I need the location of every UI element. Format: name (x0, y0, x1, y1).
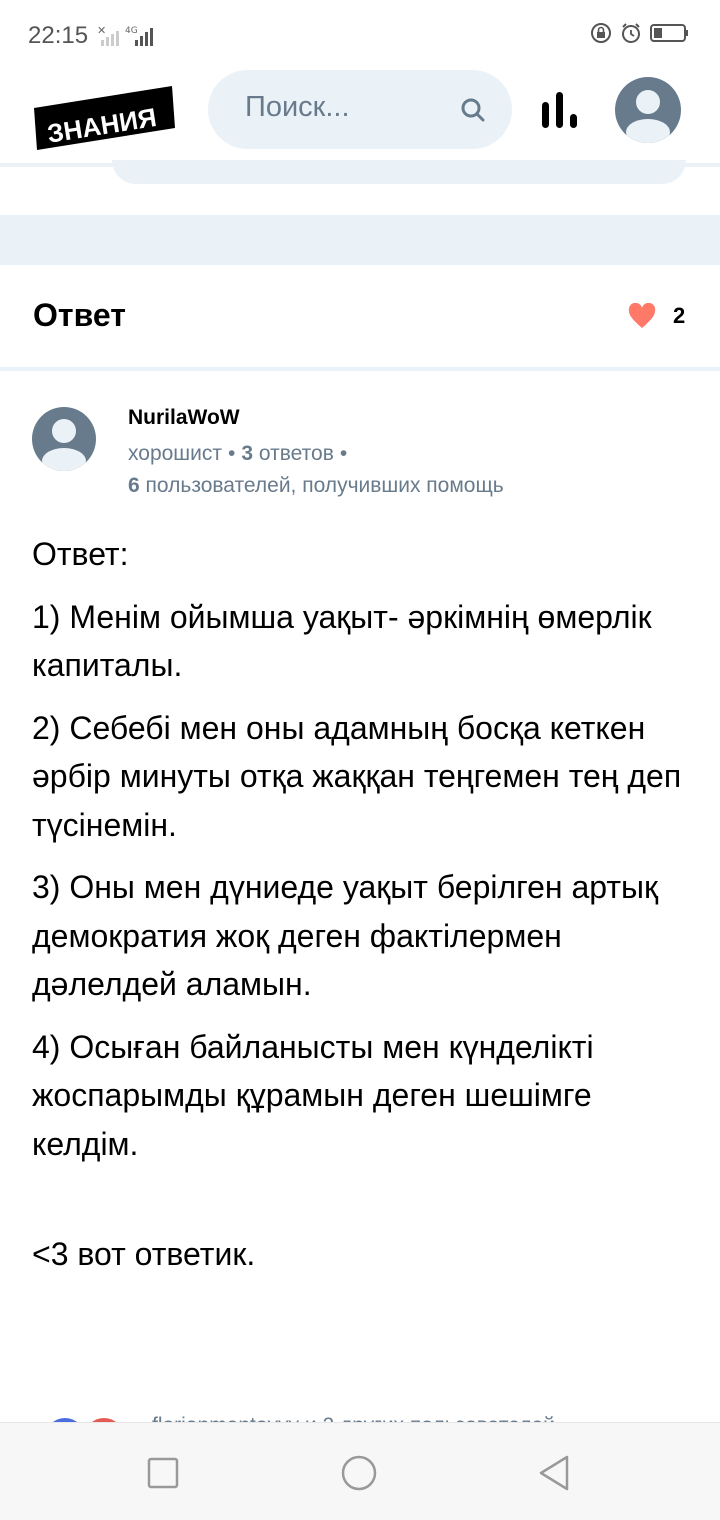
svg-text:4G: 4G (125, 26, 138, 36)
helped-count: 6 (128, 474, 140, 497)
author-stats: хорошист • 3 ответов • 6 пользователей, пол… (128, 442, 504, 497)
answer-paragraph: 4) Осыған байланысты мен күнделікті жосп… (32, 1028, 594, 1162)
battery-icon (650, 24, 688, 42)
answer-header: Ответ 2 (0, 265, 720, 367)
search-input[interactable]: Поиск... (245, 91, 350, 124)
author-rank: хорошист (128, 442, 222, 465)
back-icon[interactable] (535, 1453, 575, 1493)
recents-icon[interactable] (143, 1453, 183, 1493)
author-name[interactable]: NurilaWoW (128, 406, 240, 430)
answers-label: ответов (258, 442, 334, 465)
brainly-logo[interactable]: ЗНАНИЯ (32, 80, 177, 150)
answer-content: Ответ: 1) Менім ойымша уақыт- әркімнің ө… (32, 530, 692, 1293)
status-bar: 22:15 ✕ 4G (0, 0, 720, 70)
navigation-bar (0, 1422, 720, 1520)
svg-text:✕: ✕ (97, 24, 106, 37)
profile-avatar[interactable] (615, 77, 681, 143)
search-icon[interactable] (460, 97, 486, 128)
section-separator (0, 215, 720, 265)
answer-paragraph: 1) Менім ойымша уақыт- әркімнің өмерлік … (32, 598, 652, 684)
lock-rotation-icon (591, 23, 611, 43)
answer-closing: <3 вот ответик. (32, 1236, 256, 1272)
author-avatar[interactable] (32, 407, 96, 471)
search-bar[interactable]: Поиск... (208, 70, 512, 149)
header-divider (0, 163, 720, 167)
helped-label: пользователей, получивших помощь (145, 474, 504, 497)
answer-paragraph: 2) Себебі мен оны адамның босқа кеткен ә… (32, 709, 682, 843)
heart-icon[interactable] (628, 302, 656, 334)
answers-count: 3 (241, 442, 254, 465)
leaderboard-icon[interactable] (540, 90, 580, 135)
status-time: 22:15 (28, 22, 89, 49)
signal-icon: ✕ 4G (97, 24, 159, 53)
alarm-icon (622, 23, 640, 43)
home-icon[interactable] (339, 1453, 379, 1493)
answer-paragraph: 3) Оны мен дүниеде уақыт берілген артық … (32, 869, 659, 1002)
answer-divider (0, 367, 720, 371)
answer-paragraph: Ответ: (32, 536, 129, 572)
status-icons (590, 22, 690, 44)
header: ЗНАНИЯ Поиск... (0, 70, 720, 165)
answer-heading: Ответ (33, 297, 126, 333)
like-count: 2 (673, 303, 686, 328)
